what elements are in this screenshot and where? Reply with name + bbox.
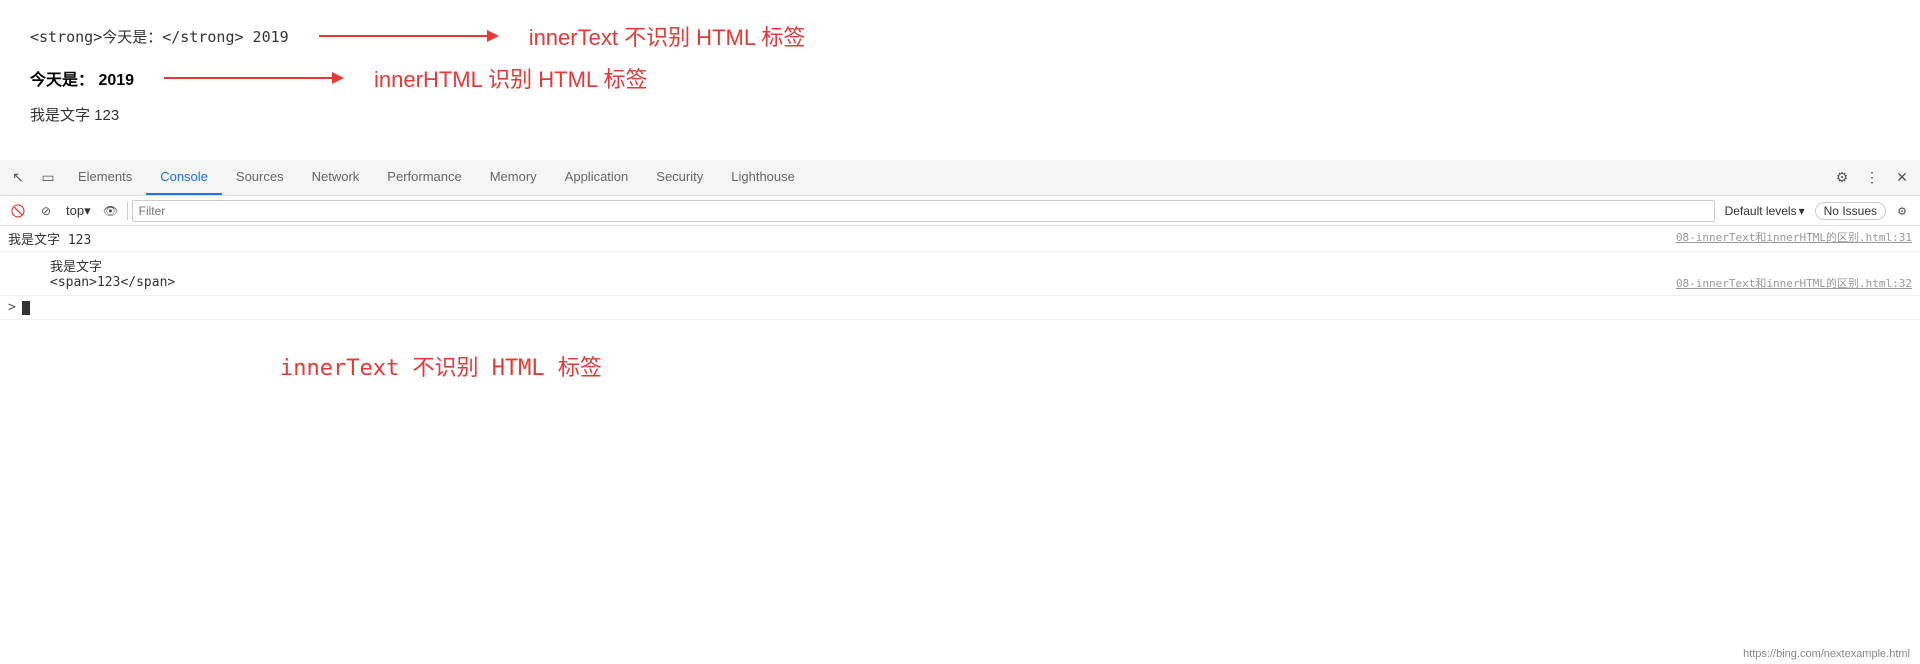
prompt-cursor — [22, 301, 30, 315]
page-line3: 我是文字 123 — [30, 104, 1890, 125]
filter-input[interactable] — [132, 200, 1715, 222]
console-prompt[interactable]: > — [0, 296, 1920, 319]
tab-memory[interactable]: Memory — [476, 160, 551, 195]
devtools-right-icons — [1828, 164, 1916, 192]
arrow-1 — [319, 28, 499, 44]
no-issues-label: No Issues — [1824, 204, 1877, 218]
inspect-element-button[interactable]: ↖ — [4, 164, 32, 192]
console-settings-button[interactable] — [1890, 199, 1914, 223]
expanded-line-1: 我是文字 — [50, 256, 1912, 275]
tab-elements[interactable]: Elements — [64, 160, 146, 195]
expanded-text-1: 我是文字 — [50, 256, 102, 275]
expanded-text-2: <span>123</span> — [50, 275, 175, 290]
close-devtools-button[interactable] — [1888, 164, 1916, 192]
console-expanded: 我是文字 <span>123</span> 08-innerText和inner… — [0, 252, 1920, 296]
prompt-symbol: > — [8, 300, 16, 315]
expanded-line-2: <span>123</span> 08-innerText和innerHTML的… — [50, 275, 1912, 291]
console-output: 我是文字 123 08-innerText和innerHTML的区别.html:… — [0, 226, 1920, 426]
no-issues-button[interactable]: No Issues — [1815, 202, 1886, 220]
settings-button[interactable] — [1828, 164, 1856, 192]
innertext-label: innerText 不识别 HTML 标签 — [529, 20, 806, 52]
context-dropdown-icon: ▾ — [84, 203, 91, 219]
filter-toggle-button[interactable]: ⊘ — [34, 199, 58, 223]
tab-performance[interactable]: Performance — [373, 160, 475, 195]
tab-security[interactable]: Security — [642, 160, 717, 195]
device-icon: ▭ — [41, 169, 54, 186]
tab-application[interactable]: Application — [551, 160, 643, 195]
url-bar: https://bing.com/nextexample.html — [1743, 648, 1910, 660]
dots-icon — [1865, 169, 1879, 186]
context-selector[interactable]: top ▾ — [62, 201, 95, 221]
console-row-1-link[interactable]: 08-innerText和innerHTML的区别.html:31 — [1656, 229, 1912, 245]
eye-icon: 👁 — [103, 204, 118, 218]
gear-icon — [1836, 169, 1849, 186]
separator — [127, 202, 128, 220]
filter-icon: ⊘ — [41, 204, 51, 218]
code-text: <strong>今天是：</strong> 2019 — [30, 26, 289, 47]
default-levels-dropdown[interactable]: Default levels ▾ — [1719, 202, 1811, 220]
console-row-1-text: 我是文字 123 — [8, 229, 1656, 248]
levels-dropdown-icon: ▾ — [1799, 204, 1805, 218]
context-label: top — [66, 203, 84, 218]
tab-network[interactable]: Network — [298, 160, 374, 195]
page-line2: 今天是： 2019 innerHTML 识别 HTML 标签 — [30, 62, 1890, 94]
device-toggle-button[interactable]: ▭ — [34, 164, 62, 192]
cursor-icon: ↖ — [12, 169, 24, 186]
cog-sm-icon — [1897, 204, 1907, 218]
tab-console[interactable]: Console — [146, 160, 222, 195]
close-icon — [1896, 169, 1908, 186]
url-text: https://bing.com/nextexample.html — [1743, 648, 1910, 660]
arrow-2 — [164, 70, 344, 86]
innerhtml-label: innerHTML 识别 HTML 标签 — [374, 62, 647, 94]
eye-button[interactable]: 👁 — [99, 199, 123, 223]
tabs-container: Elements Console Sources Network Perform… — [64, 160, 1826, 195]
tab-sources[interactable]: Sources — [222, 160, 298, 195]
default-levels-label: Default levels — [1725, 204, 1797, 218]
clear-icon: 🚫 — [11, 204, 26, 218]
page-content: <strong>今天是：</strong> 2019 innerText 不识别… — [0, 0, 1920, 160]
console-row-2-link[interactable]: 08-innerText和innerHTML的区别.html:32 — [1676, 275, 1912, 291]
devtools-panel: ↖ ▭ Elements Console Sources Network Per… — [0, 160, 1920, 426]
bottom-red-text: innerText 不识别 HTML 标签 — [280, 356, 602, 381]
tab-lighthouse[interactable]: Lighthouse — [717, 160, 809, 195]
clear-console-button[interactable]: 🚫 — [6, 199, 30, 223]
bold-text: 今天是： 2019 — [30, 66, 134, 90]
bottom-section: innerText 不识别 HTML 标签 — [0, 319, 1920, 402]
console-row-1: 我是文字 123 08-innerText和innerHTML的区别.html:… — [0, 226, 1920, 252]
more-options-button[interactable] — [1858, 164, 1886, 192]
devtools-tabs-bar: ↖ ▭ Elements Console Sources Network Per… — [0, 160, 1920, 196]
console-toolbar: 🚫 ⊘ top ▾ 👁 Default levels ▾ No Issues — [0, 196, 1920, 226]
page-line1: <strong>今天是：</strong> 2019 innerText 不识别… — [30, 20, 1890, 52]
